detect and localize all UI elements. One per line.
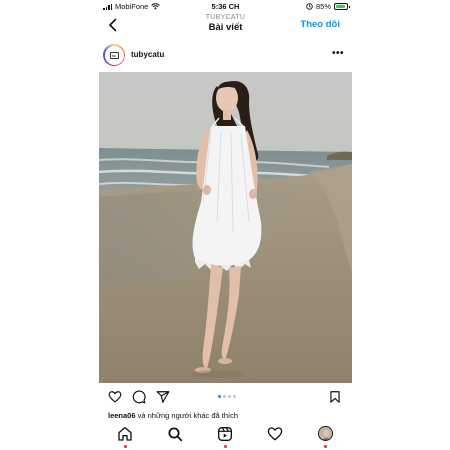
post-header: tc tubycatu ••• xyxy=(99,43,352,67)
carousel-dot xyxy=(233,395,236,398)
search-icon[interactable] xyxy=(167,426,183,442)
bookmark-icon[interactable] xyxy=(328,390,342,404)
profile-avatar[interactable] xyxy=(318,426,333,441)
brand-logo-icon: tc xyxy=(109,51,119,59)
reels-icon[interactable] xyxy=(217,426,233,442)
profile-notification-dot xyxy=(324,445,327,448)
liker-username[interactable]: leena06 xyxy=(108,411,136,420)
avatar-inner: tc xyxy=(104,45,124,65)
battery-icon xyxy=(334,3,350,10)
home-notification-dot xyxy=(124,445,127,448)
reels-notification-dot xyxy=(224,445,227,448)
instagram-post-screen: MobiFone 5:36 CH 85% TUBYCATU Bài viết T… xyxy=(99,0,352,450)
profile-avatar-image xyxy=(319,427,332,440)
follow-button[interactable]: Theo dõi xyxy=(300,19,340,30)
share-icon[interactable] xyxy=(156,390,170,404)
carousel-dot xyxy=(218,395,221,398)
status-right: 85% xyxy=(306,2,350,11)
home-icon[interactable] xyxy=(117,426,133,442)
more-options-button[interactable]: ••• xyxy=(332,48,344,59)
bottom-nav xyxy=(99,422,352,450)
post-actions xyxy=(99,388,352,406)
activity-icon[interactable] xyxy=(267,426,283,442)
page-header: TUBYCATU Bài viết Theo dõi xyxy=(99,13,352,37)
battery-percent: 85% xyxy=(315,2,331,11)
post-photo[interactable] xyxy=(99,72,352,383)
comment-icon[interactable] xyxy=(132,390,146,404)
post-username[interactable]: tubycatu xyxy=(131,50,164,59)
location-icon xyxy=(306,3,313,10)
likes-summary[interactable]: leena06 và những người khác đã thích xyxy=(108,411,238,420)
carousel-dot xyxy=(223,395,226,398)
carousel-indicator xyxy=(218,395,236,398)
avatar[interactable]: tc xyxy=(103,44,125,66)
carousel-dot xyxy=(228,395,231,398)
status-bar: MobiFone 5:36 CH 85% xyxy=(99,0,352,12)
heart-icon[interactable] xyxy=(108,390,122,404)
battery-fill xyxy=(336,5,345,8)
likes-text: và những người khác đã thích xyxy=(137,411,239,420)
